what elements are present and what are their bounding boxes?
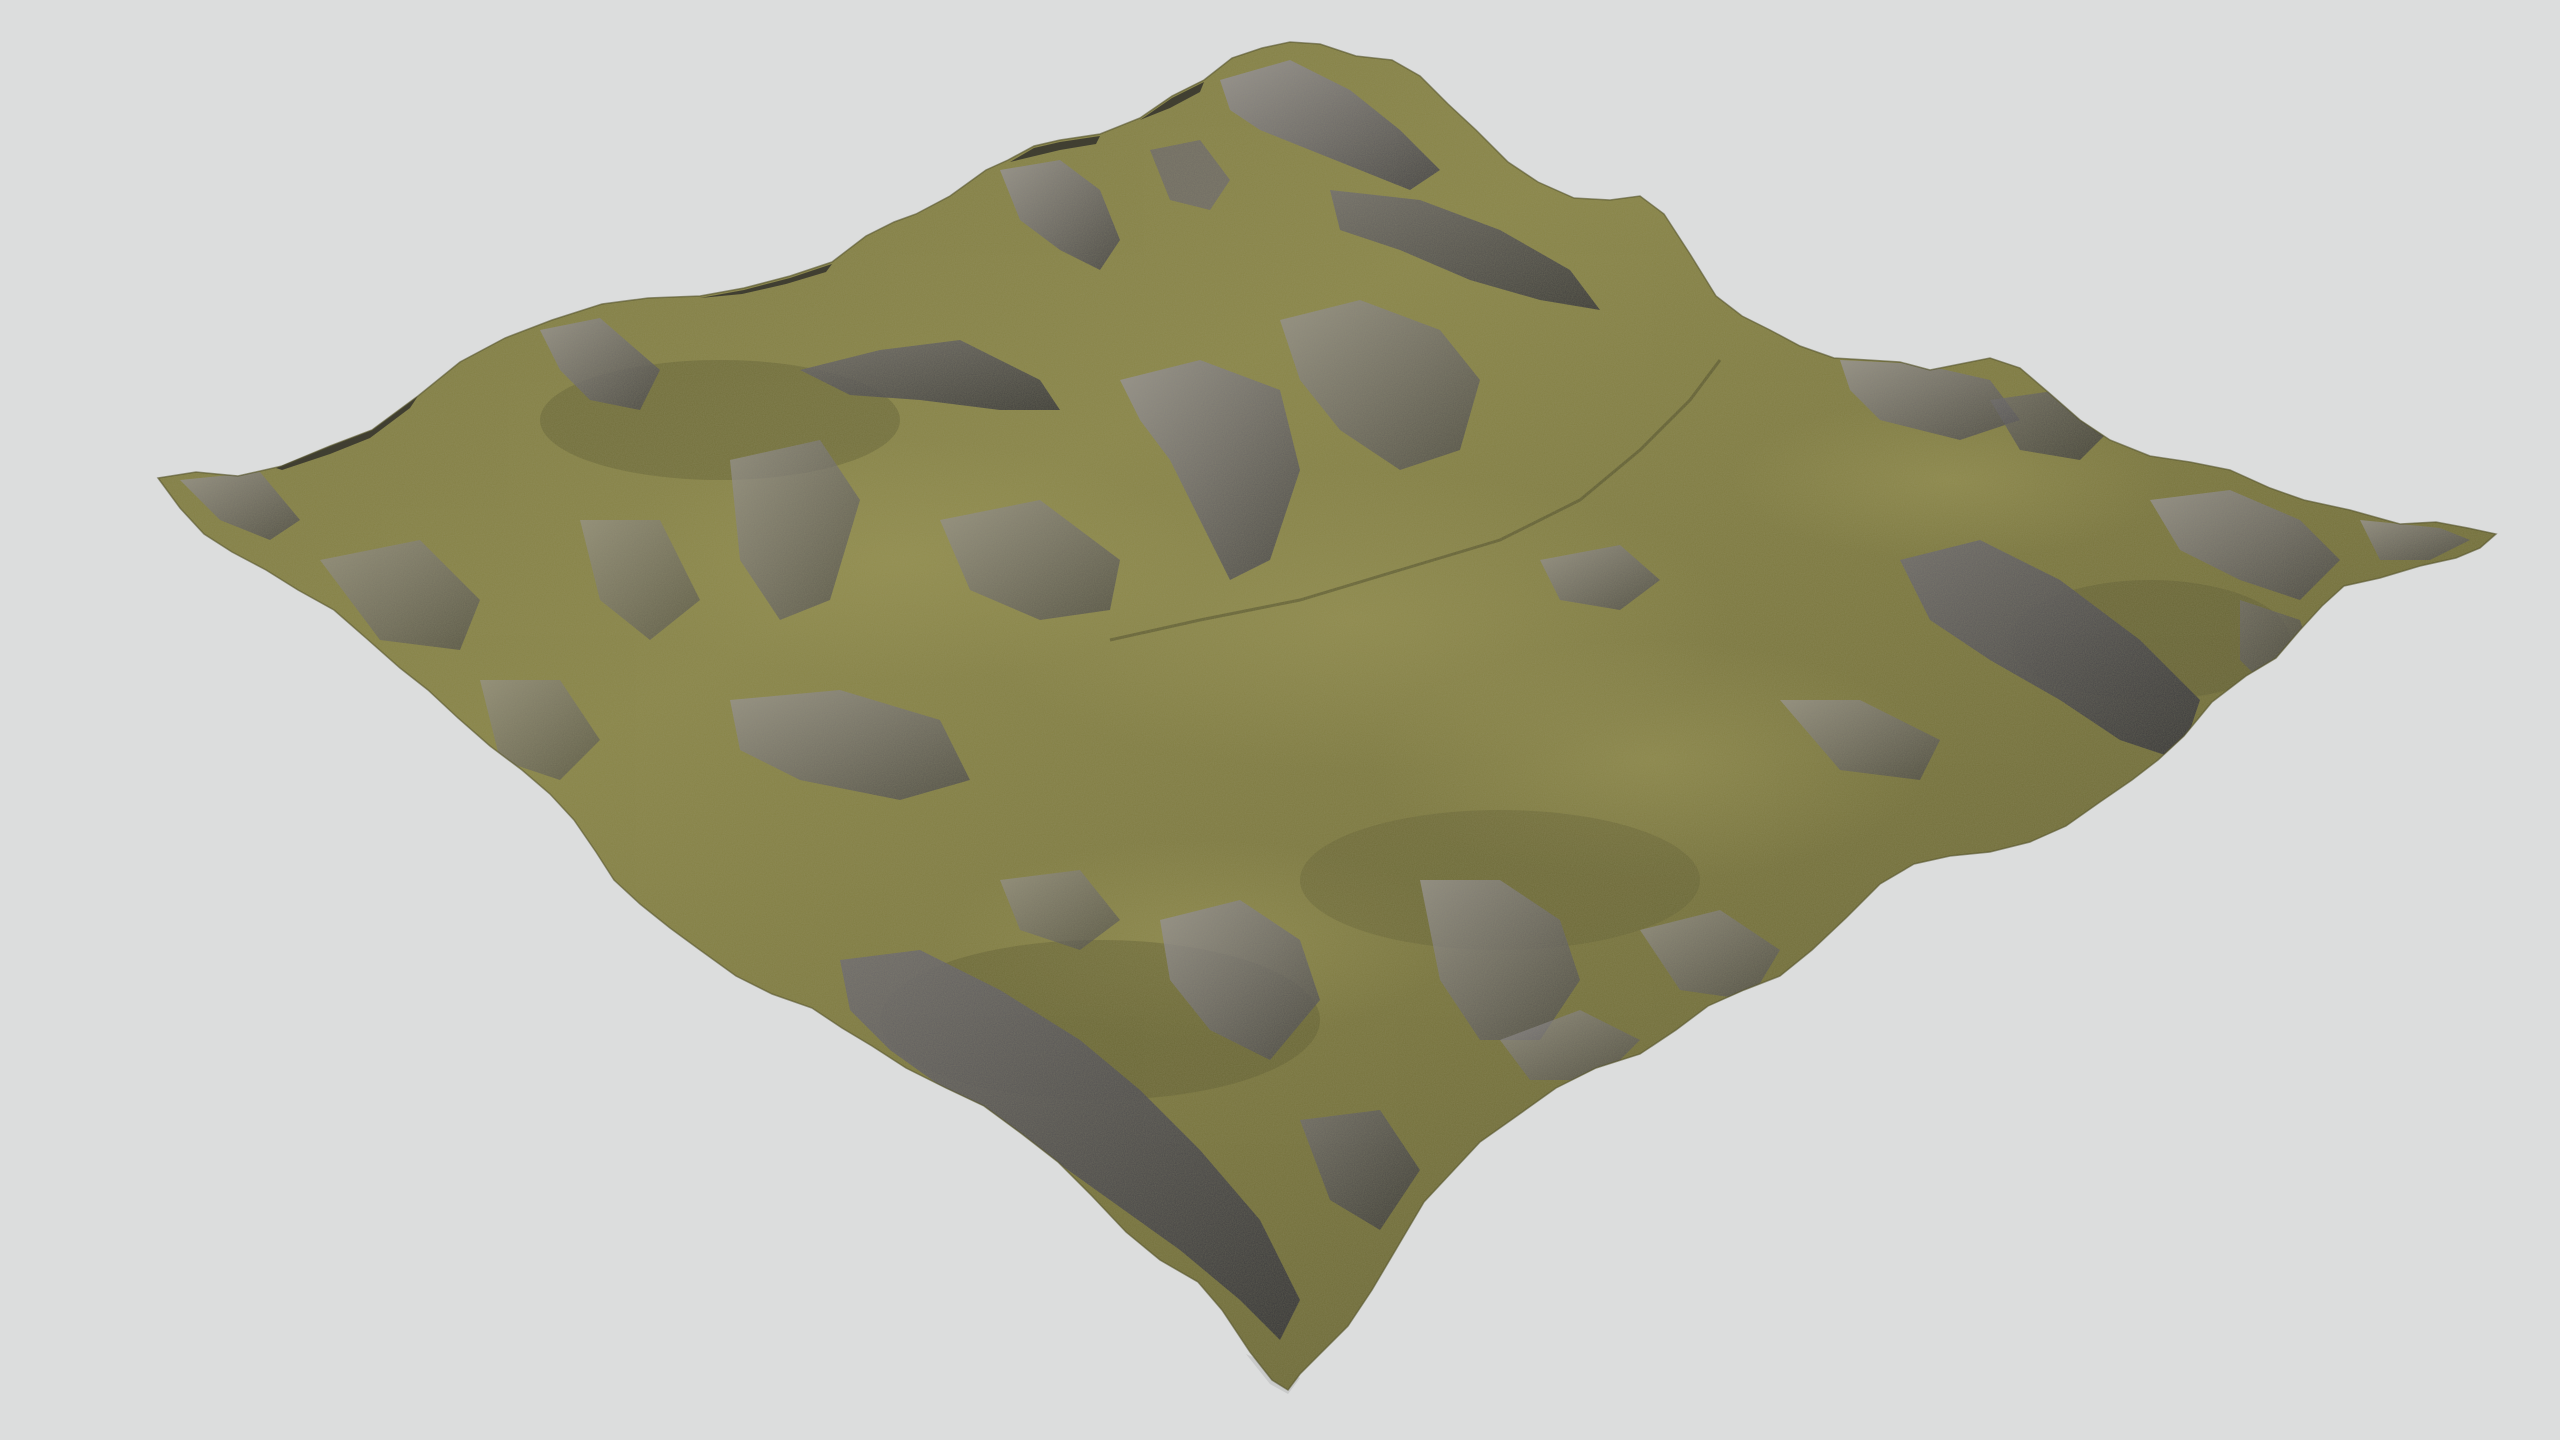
render-viewport bbox=[0, 0, 2560, 1440]
terrain-detail bbox=[158, 42, 2496, 1390]
terrain-render bbox=[157, 41, 2497, 1394]
